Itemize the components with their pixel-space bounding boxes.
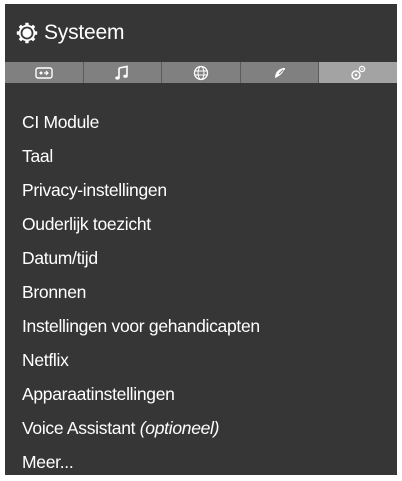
menu-item-voice-assistant[interactable]: Voice Assistant (optioneel) [5,411,397,445]
tab-network[interactable] [162,62,241,83]
globe-icon [193,65,209,81]
satellite-dish-icon [272,65,288,81]
menu-item-privacy-instellingen[interactable]: Privacy-instellingen [5,173,397,207]
menu-item-netflix[interactable]: Netflix [5,343,397,377]
menu-item-taal[interactable]: Taal [5,139,397,173]
system-menu-list: CI Module Taal Privacy-instellingen Oude… [5,83,397,475]
menu-item-bronnen[interactable]: Bronnen [5,275,397,309]
menu-item-apparaatinstellingen[interactable]: Apparaatinstellingen [5,377,397,411]
system-menu-panel: Systeem CI Module Taal Privacy-instellin… [5,4,397,475]
music-note-icon [114,65,130,81]
menu-item-ci-module[interactable]: CI Module [5,105,397,139]
menu-header: Systeem [5,4,397,62]
gears-icon [349,65,367,81]
tab-system[interactable] [319,62,397,83]
gear-icon [16,22,38,44]
picture-icon [35,66,53,79]
menu-item-instellingen-gehandicapten[interactable]: Instellingen voor gehandicapten [5,309,397,343]
tab-installation[interactable] [240,62,320,83]
tab-bar [5,62,397,83]
menu-item-datum-tijd[interactable]: Datum/tijd [5,241,397,275]
tab-picture[interactable] [5,62,84,83]
menu-item-meer[interactable]: Meer... [5,445,397,475]
tab-sound[interactable] [83,62,163,83]
menu-title: Systeem [44,21,125,44]
menu-item-ouderlijk-toezicht[interactable]: Ouderlijk toezicht [5,207,397,241]
